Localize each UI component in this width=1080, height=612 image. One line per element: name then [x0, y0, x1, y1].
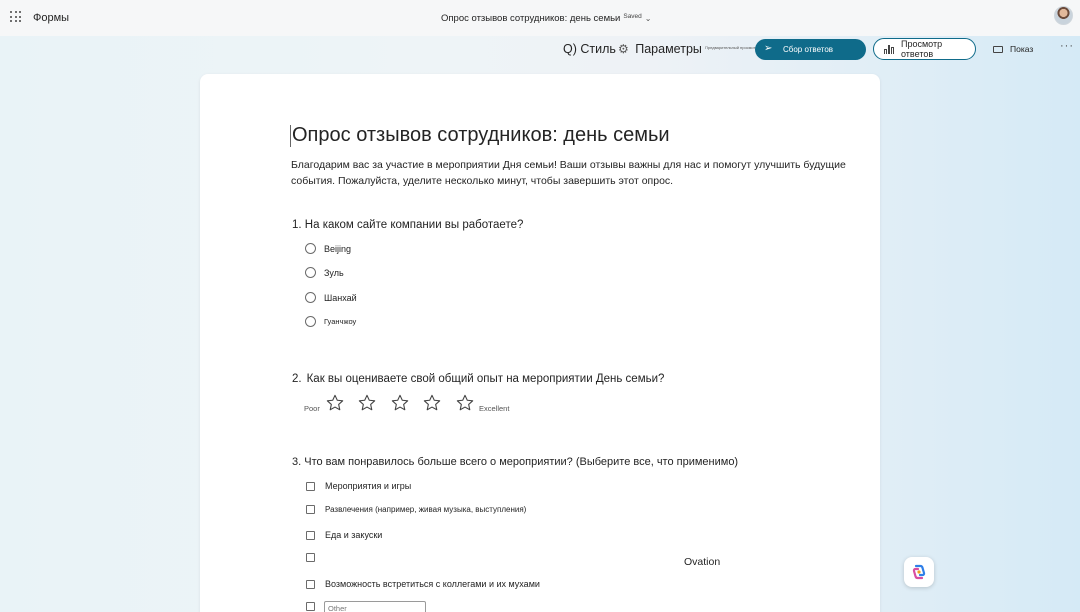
checkbox-option[interactable]: Развлечения (например, живая музыка, выс… — [306, 505, 526, 514]
option-label: Развлечения (например, живая музыка, выс… — [325, 505, 527, 514]
radio-option[interactable]: Beijing — [305, 243, 351, 254]
star-icon[interactable] — [325, 393, 345, 413]
collect-responses-button[interactable]: ➢ Сбор ответов — [755, 39, 866, 60]
preview-label: Предварительный просмотр — [705, 45, 758, 50]
question-2-number: 2. — [292, 373, 302, 385]
view-responses-button[interactable]: Просмотр ответов — [873, 38, 976, 60]
option-label: Beijing — [324, 243, 352, 254]
top-bar: Формы Опрос отзывов сотрудников: день се… — [0, 0, 1080, 36]
copilot-button[interactable] — [904, 557, 934, 587]
form-description[interactable]: Благодарим вас за участие в мероприятии … — [291, 157, 871, 189]
form-card — [200, 74, 880, 612]
monitor-icon — [993, 46, 1003, 53]
checkbox-option-other[interactable] — [306, 602, 325, 611]
question-3-title[interactable]: 3. Что вам понравилось больше всего о ме… — [292, 456, 738, 468]
question-2-title[interactable]: 2. Как вы оцениваете свой общий опыт на м… — [292, 373, 664, 385]
question-3-text: Что вам понравилось больше всего о мероп… — [304, 456, 739, 468]
checkbox-option[interactable]: Еда и закуски — [306, 530, 382, 540]
ovation-label: Ovation — [684, 556, 721, 568]
radio-option[interactable]: Шанхай — [305, 292, 357, 303]
more-options-icon[interactable]: ··· — [1060, 40, 1074, 52]
checkbox[interactable] — [306, 505, 315, 514]
document-title-text: Опрос отзывов сотрудников: день семьи — [441, 13, 621, 24]
radio-option[interactable]: Зуль — [305, 267, 344, 278]
question-1-text: На каком сайте компании вы работаете? — [304, 219, 524, 231]
star-icon[interactable] — [390, 393, 410, 413]
checkbox-option[interactable]: Возможность встретиться с коллегами и их… — [306, 579, 540, 589]
option-label: Возможность встретиться с коллегами и их… — [325, 579, 540, 589]
option-label: Мероприятия и игры — [325, 481, 412, 491]
collect-responses-label: Сбор ответов — [783, 45, 834, 54]
checkbox-option[interactable]: Мероприятия и игры — [306, 481, 411, 491]
chart-icon — [884, 44, 894, 54]
checkbox-option[interactable] — [306, 553, 325, 562]
checkbox[interactable] — [306, 481, 315, 491]
form-title[interactable]: Опрос отзывов сотрудников: день семьи — [292, 124, 670, 147]
style-button[interactable]: Q) Стиль — [563, 42, 616, 56]
view-responses-label: Просмотр ответов — [901, 39, 943, 59]
question-2-text: Как вы оцениваете свой общий опыт на мер… — [306, 373, 665, 385]
present-button[interactable]: Показ — [993, 44, 1033, 54]
question-3-number: 3. — [292, 456, 302, 468]
preview-button[interactable]: Предварительный просмотр — [705, 45, 758, 50]
app-name[interactable]: Формы — [33, 12, 69, 24]
radio-button[interactable] — [305, 243, 316, 254]
star-icon[interactable] — [422, 393, 442, 413]
rating-max-label: Excellent — [479, 404, 510, 413]
chevron-down-icon[interactable]: ⌄ — [645, 14, 652, 23]
radio-button[interactable] — [305, 316, 316, 327]
radio-option[interactable]: Гуанчжоу — [305, 316, 356, 327]
star-icon[interactable] — [357, 393, 377, 413]
copilot-icon — [912, 564, 926, 580]
app-launcher-icon[interactable] — [10, 11, 22, 23]
rating-min-label: Poor — [304, 404, 320, 413]
text-cursor — [290, 125, 291, 147]
settings-label: Параметры — [635, 42, 702, 56]
gear-icon: ⚙ — [618, 42, 629, 56]
send-icon: ➢ — [764, 43, 773, 54]
option-label: Гуанчжоу — [324, 317, 357, 326]
document-title[interactable]: Опрос отзывов сотрудников: день семьи Sav… — [441, 13, 652, 24]
checkbox[interactable] — [306, 579, 315, 589]
question-1-number: 1. — [292, 219, 302, 231]
option-label: Шанхай — [324, 292, 357, 303]
checkbox[interactable] — [306, 530, 315, 540]
star-icon[interactable] — [455, 393, 475, 413]
avatar[interactable] — [1054, 6, 1073, 25]
settings-button[interactable]: ⚙ Параметры — [618, 42, 702, 56]
other-input[interactable]: Other — [324, 601, 426, 612]
radio-button[interactable] — [305, 292, 316, 303]
option-label: Еда и закуски — [325, 530, 383, 540]
checkbox[interactable] — [306, 602, 315, 611]
radio-button[interactable] — [305, 267, 316, 278]
saved-status: Saved — [623, 13, 642, 20]
present-label: Показ — [1010, 44, 1034, 54]
question-1-title[interactable]: 1. На каком сайте компании вы работаете? — [292, 219, 523, 231]
checkbox[interactable] — [306, 553, 315, 562]
option-label: Зуль — [324, 267, 344, 278]
